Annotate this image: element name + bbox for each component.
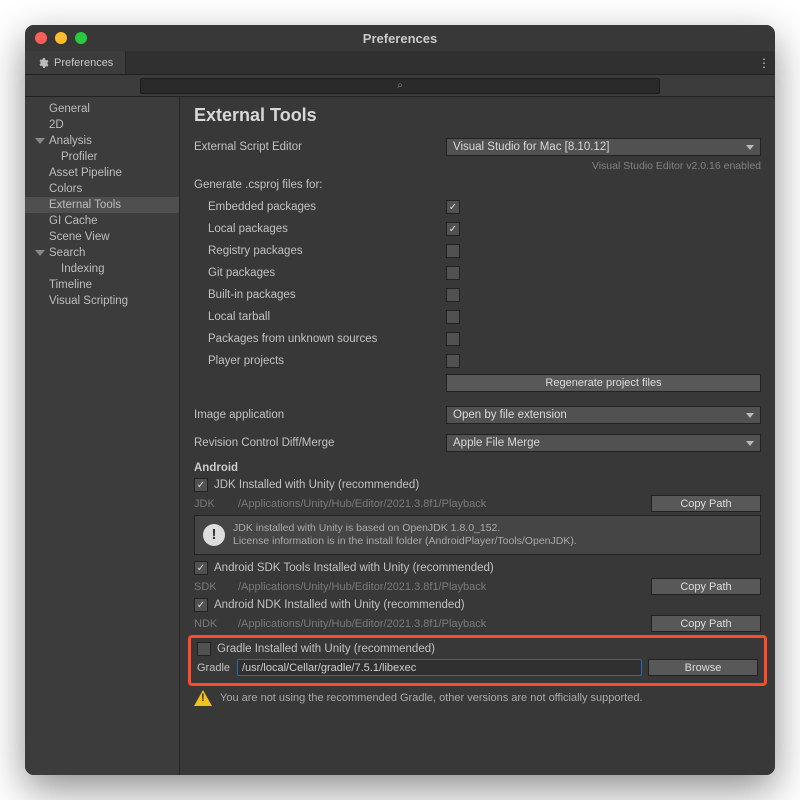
revision-control-dropdown[interactable]: Apple File Merge — [446, 434, 761, 452]
sdk-copy-button[interactable]: Copy Path — [651, 578, 761, 595]
jdk-label: JDK — [194, 498, 234, 510]
chevron-down-icon — [746, 441, 754, 446]
editor-version-note: Visual Studio Editor v2.0.16 enabled — [194, 160, 761, 176]
info-icon: ! — [203, 524, 225, 546]
warning-icon — [194, 690, 212, 706]
csproj-option-label: Packages from unknown sources — [194, 333, 446, 345]
ndk-checkbox[interactable]: ✓ — [194, 598, 208, 612]
sidebar-item-timeline[interactable]: Timeline — [25, 277, 179, 293]
sidebar-item-scene-view[interactable]: Scene View — [25, 229, 179, 245]
jdk-info-box: ! JDK installed with Unity is based on O… — [194, 515, 761, 555]
csproj-option-label: Embedded packages — [194, 201, 446, 213]
gradle-warning: You are not using the recommended Gradle… — [194, 690, 761, 706]
minimize-icon[interactable] — [55, 32, 67, 44]
csproj-checkbox[interactable]: ✓ — [446, 222, 460, 236]
gradle-path-input[interactable]: /usr/local/Cellar/gradle/7.5.1/libexec — [237, 659, 642, 676]
external-editor-label: External Script Editor — [194, 141, 446, 153]
sdk-path: /Applications/Unity/Hub/Editor/2021.3.8f… — [234, 578, 645, 595]
sidebar-item-profiler[interactable]: Profiler — [25, 149, 179, 165]
sidebar-item-analysis[interactable]: Analysis — [25, 133, 179, 149]
sidebar-item-search[interactable]: Search — [25, 245, 179, 261]
sidebar-item-indexing[interactable]: Indexing — [25, 261, 179, 277]
chevron-down-icon — [746, 413, 754, 418]
csproj-checkbox[interactable] — [446, 332, 460, 346]
sidebar-item-colors[interactable]: Colors — [25, 181, 179, 197]
csproj-option-label: Player projects — [194, 355, 446, 367]
csproj-option-label: Built-in packages — [194, 289, 446, 301]
sidebar-item-general[interactable]: General — [25, 101, 179, 117]
csproj-checkbox[interactable] — [446, 310, 460, 324]
jdk-path: /Applications/Unity/Hub/Editor/2021.3.8f… — [234, 495, 645, 512]
csproj-option-label: Local packages — [194, 223, 446, 235]
image-app-label: Image application — [194, 409, 446, 421]
tab-bar: Preferences ⋮ — [25, 51, 775, 75]
sidebar-item-external-tools[interactable]: External Tools — [25, 197, 179, 213]
search-input[interactable]: ⌕ — [140, 78, 660, 94]
csproj-label: Generate .csproj files for: — [194, 179, 446, 191]
kebab-menu-icon[interactable]: ⋮ — [753, 51, 775, 74]
page-title: External Tools — [194, 105, 761, 126]
gradle-checkbox[interactable] — [197, 642, 211, 656]
sidebar-item-asset-pipeline[interactable]: Asset Pipeline — [25, 165, 179, 181]
gradle-highlight: Gradle Installed with Unity (recommended… — [188, 635, 767, 686]
csproj-option-label: Git packages — [194, 267, 446, 279]
close-icon[interactable] — [35, 32, 47, 44]
csproj-checkbox[interactable] — [446, 244, 460, 258]
sdk-checkbox[interactable]: ✓ — [194, 561, 208, 575]
jdk-copy-button[interactable]: Copy Path — [651, 495, 761, 512]
sidebar-item-gi-cache[interactable]: GI Cache — [25, 213, 179, 229]
csproj-option-label: Registry packages — [194, 245, 446, 257]
gear-icon — [37, 57, 49, 69]
regenerate-button[interactable]: Regenerate project files — [446, 374, 761, 392]
titlebar: Preferences — [25, 25, 775, 51]
ndk-copy-button[interactable]: Copy Path — [651, 615, 761, 632]
gradle-label: Gradle — [197, 662, 237, 674]
content-pane: External Tools External Script Editor Vi… — [180, 97, 775, 775]
ndk-path: /Applications/Unity/Hub/Editor/2021.3.8f… — [234, 615, 645, 632]
tab-preferences[interactable]: Preferences — [25, 51, 126, 74]
csproj-checkbox[interactable] — [446, 354, 460, 368]
ndk-label: NDK — [194, 618, 234, 630]
window-title: Preferences — [363, 31, 437, 46]
jdk-checkbox[interactable]: ✓ — [194, 478, 208, 492]
android-section-header: Android — [194, 462, 761, 474]
sidebar: General 2D Analysis Profiler Asset Pipel… — [25, 97, 180, 775]
revision-control-label: Revision Control Diff/Merge — [194, 437, 446, 449]
csproj-option-label: Local tarball — [194, 311, 446, 323]
chevron-down-icon — [35, 138, 45, 144]
sidebar-item-2d[interactable]: 2D — [25, 117, 179, 133]
image-app-dropdown[interactable]: Open by file extension — [446, 406, 761, 424]
search-icon: ⌕ — [397, 80, 403, 91]
maximize-icon[interactable] — [75, 32, 87, 44]
csproj-checkbox[interactable] — [446, 288, 460, 302]
tab-label: Preferences — [54, 57, 113, 69]
chevron-down-icon — [746, 145, 754, 150]
csproj-checkbox[interactable]: ✓ — [446, 200, 460, 214]
traffic-lights — [35, 32, 87, 44]
sdk-label: SDK — [194, 581, 234, 593]
sidebar-item-visual-scripting[interactable]: Visual Scripting — [25, 293, 179, 309]
preferences-window: Preferences Preferences ⋮ ⌕ General 2D A… — [25, 25, 775, 775]
chevron-down-icon — [35, 250, 45, 256]
csproj-checkbox[interactable] — [446, 266, 460, 280]
external-editor-dropdown[interactable]: Visual Studio for Mac [8.10.12] — [446, 138, 761, 156]
gradle-browse-button[interactable]: Browse — [648, 659, 758, 676]
search-bar: ⌕ — [25, 75, 775, 97]
